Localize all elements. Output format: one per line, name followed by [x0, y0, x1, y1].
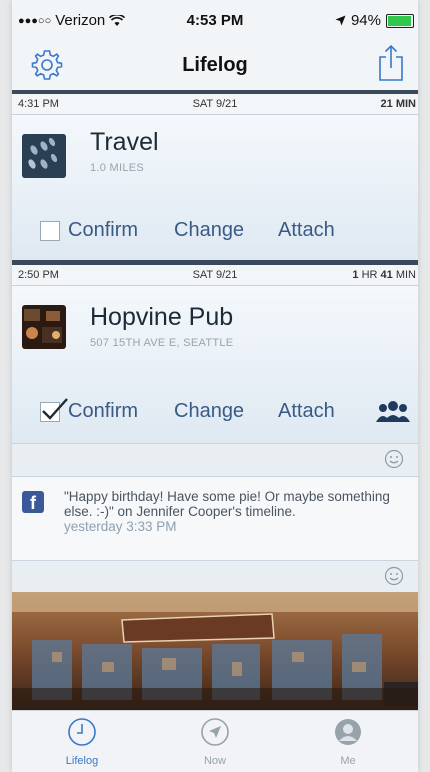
tab-now[interactable]: Now: [165, 717, 265, 767]
entry-duration: 1 HR 41 MIN: [352, 269, 416, 281]
battery-fill: [388, 15, 411, 26]
duration-unit: MIN: [392, 269, 416, 281]
lifelog-entry-hopvine-pub[interactable]: 2:50 PM SAT 9/21 1 HR 41 MIN Hopvine Pub…: [12, 265, 418, 443]
entry-duration: 21 MIN: [381, 98, 416, 110]
reaction-row: [12, 443, 418, 476]
checkmark-icon: [42, 398, 68, 420]
change-button[interactable]: Change: [174, 219, 244, 242]
facebook-post[interactable]: f "Happy birthday! Have some pie! Or may…: [12, 476, 418, 563]
entry-subtitle: 507 15TH AVE E, SEATTLE: [90, 337, 234, 349]
pub-interior-photo[interactable]: [12, 592, 418, 710]
confirm-button[interactable]: Confirm: [68, 400, 138, 423]
entry-actions: Confirm Change Attach: [12, 211, 418, 251]
tab-bar: Lifelog Now Me: [12, 710, 418, 772]
duration-hr-label: HR: [358, 269, 381, 281]
facebook-post-time: yesterday 3:33 PM: [64, 519, 177, 534]
footprints-icon: [22, 134, 66, 178]
page-title: Lifelog: [182, 54, 248, 76]
entry-title: Hopvine Pub: [90, 303, 234, 331]
person-icon: [335, 719, 361, 745]
pub-photo-thumbnail: [22, 305, 66, 349]
entry-actions: Confirm Change Attach: [12, 392, 418, 432]
status-right: 94%: [335, 12, 414, 29]
people-icon[interactable]: [376, 400, 410, 424]
entry-header: 4:31 PM SAT 9/21 21 MIN: [12, 94, 418, 115]
tab-label: Now: [203, 755, 226, 767]
phone-screen: ●●●○○ Verizon 4:53 PM 94% Lifelog 4:31 P…: [12, 0, 418, 772]
duration-value: 21: [380, 98, 393, 110]
facebook-icon: f: [22, 491, 44, 513]
entry-date: SAT 9/21: [192, 98, 238, 110]
confirm-button[interactable]: Confirm: [68, 219, 138, 242]
status-bar: ●●●○○ Verizon 4:53 PM 94%: [12, 0, 418, 40]
clock-icon: [68, 718, 96, 746]
confirm-checkbox[interactable]: [40, 221, 60, 241]
nav-bar: Lifelog: [12, 40, 418, 94]
lifelog-entry-travel[interactable]: 4:31 PM SAT 9/21 21 MIN Travel 1.0 MILES…: [12, 94, 418, 260]
entry-title: Travel: [90, 128, 159, 156]
tab-label: Me: [340, 755, 356, 767]
reaction-row: [12, 560, 418, 593]
battery-icon: [386, 13, 414, 28]
smiley-icon[interactable]: [384, 566, 404, 586]
tab-me[interactable]: Me: [298, 717, 398, 767]
facebook-post-content: "Happy birthday! Have some pie! Or maybe…: [64, 489, 404, 534]
change-button[interactable]: Change: [174, 400, 244, 423]
attach-button[interactable]: Attach: [278, 400, 335, 423]
battery-percent: 94%: [350, 12, 381, 29]
entry-header: 2:50 PM SAT 9/21 1 HR 41 MIN: [12, 265, 418, 286]
attach-button[interactable]: Attach: [278, 219, 335, 242]
facebook-post-text: "Happy birthday! Have some pie! Or maybe…: [64, 489, 390, 519]
location-services-icon: [335, 15, 346, 26]
tab-label: Lifelog: [65, 755, 99, 767]
smiley-icon[interactable]: [384, 449, 404, 469]
duration-unit: MIN: [395, 98, 416, 110]
tab-lifelog[interactable]: Lifelog: [32, 717, 132, 767]
location-arrow-icon: [201, 718, 229, 746]
duration-value: 41: [380, 269, 393, 281]
entry-subtitle: 1.0 MILES: [90, 162, 145, 174]
share-icon[interactable]: [376, 44, 406, 82]
confirm-checkbox[interactable]: [40, 398, 68, 422]
